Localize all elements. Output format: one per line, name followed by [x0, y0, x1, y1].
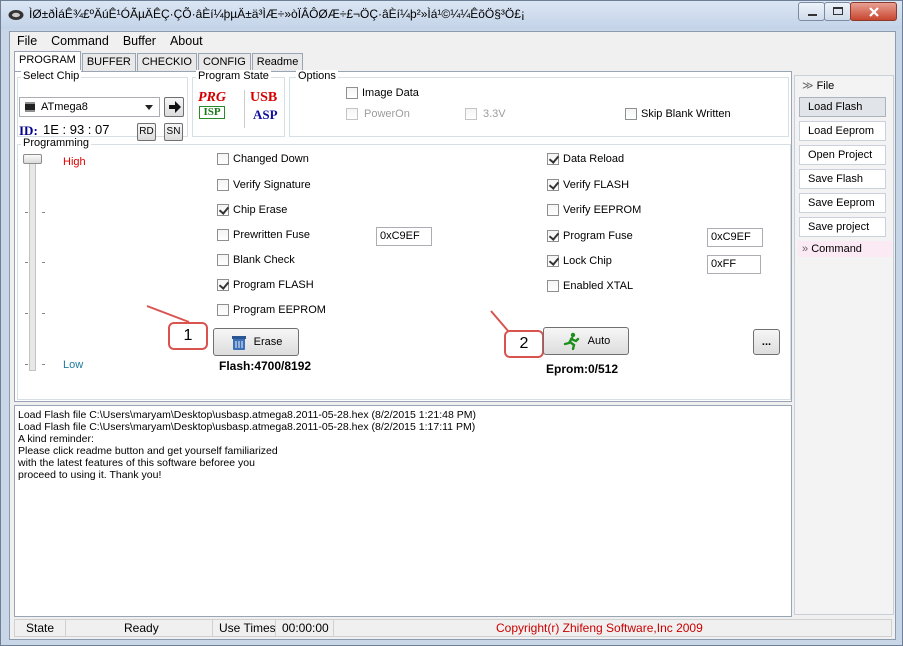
program-eeprom-checkbox[interactable]: Program EEPROM [217, 304, 326, 316]
status-bar: State Ready Use Times 00:00:00 Copyright… [14, 619, 892, 637]
chevron-up-icon: ≫ [802, 80, 814, 92]
rd-button[interactable]: RD [137, 123, 156, 141]
options-label: Options [296, 70, 338, 82]
auto-button[interactable]: Auto [543, 327, 629, 355]
prg-isp-icon: PRG ISP [198, 90, 226, 119]
select-chip-label: Select Chip [21, 70, 82, 82]
use-times-label: Use Times [212, 619, 276, 637]
lock-chip-checkbox[interactable]: Lock Chip [547, 255, 612, 267]
prewritten-fuse-input[interactable]: 0xC9EF [376, 227, 432, 246]
tab-buffer[interactable]: BUFFER [81, 53, 136, 71]
file-section-head[interactable]: ≫ File [798, 78, 892, 94]
use-times-value: 00:00:00 [275, 619, 333, 637]
speed-slider-track[interactable] [29, 156, 36, 371]
log-line: Load Flash file C:\Users\maryam\Desktop\… [18, 421, 476, 433]
status-state-label: State [14, 619, 65, 637]
log-line: proceed to using it. Thank you! [18, 469, 162, 481]
data-reload-checkbox[interactable]: Data Reload [547, 153, 624, 165]
changed-down-checkbox[interactable]: Changed Down [217, 153, 309, 165]
slider-low-label: Low [63, 359, 84, 371]
side-panel: ≫ File Load Flash Load Eeprom Open Proje… [794, 75, 894, 615]
window-title: ÌØ±ðÌáÊ¾£ºÄúÊ¹ÓÃµÄÊÇ·ÇÕ·âÈí¼þµÄ±ä³ÌÆ÷»òÏ… [29, 7, 525, 21]
running-man-icon [563, 332, 579, 350]
menu-buffer[interactable]: Buffer [116, 32, 163, 51]
chevron-down-icon [145, 105, 153, 110]
menu-command[interactable]: Command [44, 32, 116, 51]
load-eeprom-button[interactable]: Load Eeprom [799, 121, 886, 141]
verify-signature-checkbox[interactable]: Verify Signature [217, 179, 311, 191]
maximize-button[interactable] [824, 2, 851, 21]
tab-checkio[interactable]: CHECKIO [136, 53, 197, 71]
enabled-xtal-checkbox[interactable]: Enabled XTAL [547, 280, 633, 292]
program-panel: Select Chip ATmega8 ID: 1E : 93 : 07 RD … [14, 70, 792, 402]
maximize-icon [833, 7, 843, 15]
log-line: Load Flash file C:\Users\maryam\Desktop\… [18, 409, 476, 421]
program-fuse-checkbox[interactable]: Program Fuse [547, 230, 633, 242]
v33-checkbox[interactable]: 3.3V [465, 108, 506, 120]
client-area: File Command Buffer About PROGRAM BUFFER… [9, 31, 896, 640]
minimize-icon [808, 14, 817, 16]
chip-app-icon [8, 10, 24, 20]
callout-2: 2 [504, 330, 544, 358]
usb-asp-icon: USB ASP [244, 90, 278, 128]
erase-button[interactable]: Erase [213, 328, 299, 356]
status-state-value: Ready [65, 619, 212, 637]
load-flash-button[interactable]: Load Flash [799, 97, 886, 117]
log-line: Please click readme button and get yours… [18, 445, 278, 457]
chip-icon [25, 102, 35, 112]
chip-erase-checkbox[interactable]: Chip Erase [217, 204, 287, 216]
image-data-checkbox[interactable]: Image Data [346, 87, 419, 99]
chip-id-value: 1E : 93 : 07 [43, 122, 110, 137]
verify-flash-checkbox[interactable]: Verify FLASH [547, 179, 629, 191]
close-icon [869, 7, 879, 17]
slider-high-label: High [63, 156, 86, 168]
menu-about[interactable]: About [163, 32, 210, 51]
tab-program[interactable]: PROGRAM [14, 51, 81, 71]
program-flash-checkbox[interactable]: Program FLASH [217, 279, 314, 291]
app-window: ÌØ±ðÌáÊ¾£ºÄúÊ¹ÓÃµÄÊÇ·ÇÕ·âÈí¼þµÄ±ä³ÌÆ÷»òÏ… [0, 0, 903, 646]
poweron-checkbox[interactable]: PowerOn [346, 108, 410, 120]
program-state-label: Program State [196, 70, 271, 82]
sn-button[interactable]: SN [164, 123, 183, 141]
save-flash-button[interactable]: Save Flash [799, 169, 886, 189]
copyright-text: Copyright(r) Zhifeng Software,Inc 2009 [333, 619, 892, 637]
skip-blank-checkbox[interactable]: Skip Blank Written [625, 108, 731, 120]
close-button[interactable] [850, 2, 897, 21]
eprom-counter: Eprom:0/512 [546, 362, 619, 376]
command-section-head[interactable]: » Command [798, 241, 892, 257]
programming-group [17, 144, 791, 400]
tab-readme[interactable]: Readme [251, 53, 304, 71]
arrow-right-icon [169, 101, 181, 113]
title-bar: ÌØ±ðÌáÊ¾£ºÄúÊ¹ÓÃµÄÊÇ·ÇÕ·âÈí¼þµÄ±ä³ÌÆ÷»òÏ… [1, 1, 902, 29]
chevron-right-icon: » [802, 243, 809, 255]
chip-go-button[interactable] [164, 97, 184, 117]
lock-chip-input[interactable]: 0xFF [707, 255, 761, 274]
more-options-button[interactable]: ... [753, 329, 780, 355]
prewritten-fuse-checkbox[interactable]: Prewritten Fuse [217, 229, 310, 241]
menu-bar: File Command Buffer About [10, 32, 895, 51]
save-eeprom-button[interactable]: Save Eeprom [799, 193, 886, 213]
callout-1: 1 [168, 322, 208, 350]
log-line: A kind reminder: [18, 433, 94, 445]
chip-select[interactable]: ATmega8 [19, 97, 160, 117]
log-output[interactable]: Load Flash file C:\Users\maryam\Desktop\… [14, 405, 792, 617]
programming-label: Programming [21, 137, 92, 149]
chip-name: ATmega8 [41, 101, 88, 113]
minimize-button[interactable] [798, 2, 825, 21]
program-fuse-input[interactable]: 0xC9EF [707, 228, 763, 247]
flash-counter: Flash:4700/8192 [219, 359, 312, 373]
trash-icon [231, 336, 246, 350]
log-line: with the latest features of this softwar… [18, 457, 255, 469]
menu-file[interactable]: File [10, 32, 44, 51]
open-project-button[interactable]: Open Project [799, 145, 886, 165]
options-group [289, 77, 789, 137]
tab-config[interactable]: CONFIG [197, 53, 251, 71]
blank-check-checkbox[interactable]: Blank Check [217, 254, 295, 266]
verify-eeprom-checkbox[interactable]: Verify EEPROM [547, 204, 641, 216]
speed-slider-thumb[interactable] [23, 154, 42, 164]
save-project-button[interactable]: Save project [799, 217, 886, 237]
